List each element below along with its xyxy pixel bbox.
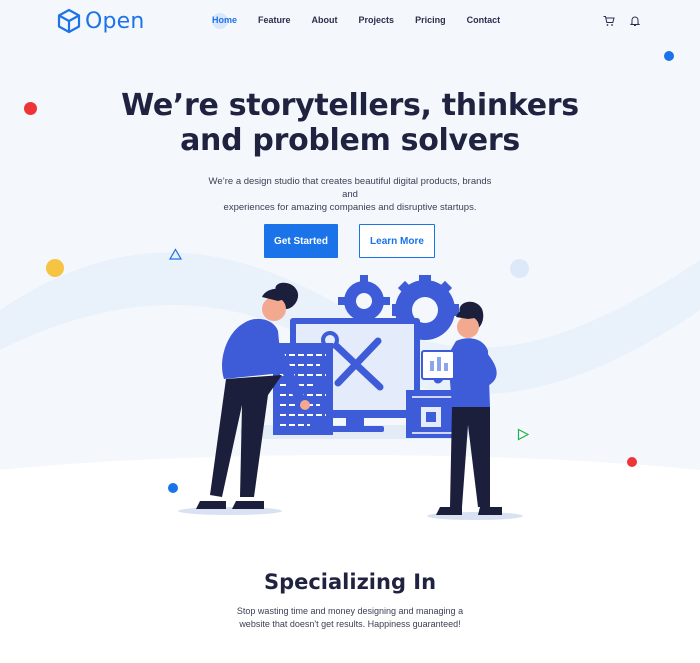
nav-about[interactable]: About (312, 15, 338, 25)
team-illustration (178, 275, 523, 520)
hero-subtitle: We’re a design studio that creates beaut… (200, 175, 500, 214)
hero-title: We’re storytellers, thinkers and problem… (0, 88, 700, 158)
cart-icon[interactable] (603, 15, 615, 27)
section-subtitle-line2: website that doesn't get results. Happin… (239, 619, 461, 629)
nav-contact[interactable]: Contact (467, 15, 501, 25)
decor-dot-yellow (46, 259, 64, 277)
section-title: Specializing In (263, 570, 437, 594)
decor-dot-red (627, 457, 637, 467)
triangle-outline-icon (169, 248, 182, 260)
get-started-button[interactable]: Get Started (264, 224, 338, 258)
section-subtitle: Stop wasting time and money designing an… (230, 605, 470, 631)
logo[interactable]: Open (57, 8, 145, 34)
site-header: Open Home Feature About Projects Pricing… (0, 0, 700, 44)
cube-logo-icon (57, 8, 81, 34)
nav-home[interactable]: Home (212, 15, 237, 25)
hero-subtitle-line1: We’re a design studio that creates beaut… (208, 176, 492, 200)
hero-title-line2: and problem solvers (180, 123, 520, 158)
section-subtitle-line1: Stop wasting time and money designing an… (236, 606, 464, 616)
learn-more-button[interactable]: Learn More (359, 224, 435, 258)
main-nav: Home Feature About Projects Pricing Cont… (212, 15, 500, 25)
hero-title-line1: We’re storytellers, thinkers (121, 88, 579, 123)
logo-text: Open (85, 8, 145, 34)
nav-feature[interactable]: Feature (258, 15, 291, 25)
header-icons (603, 15, 641, 27)
hero-subtitle-line2: experiences for amazing companies and di… (223, 202, 477, 213)
nav-projects[interactable]: Projects (359, 15, 395, 25)
decor-dot-blue (664, 51, 674, 61)
nav-pricing[interactable]: Pricing (415, 15, 446, 25)
bell-icon[interactable] (629, 15, 641, 27)
